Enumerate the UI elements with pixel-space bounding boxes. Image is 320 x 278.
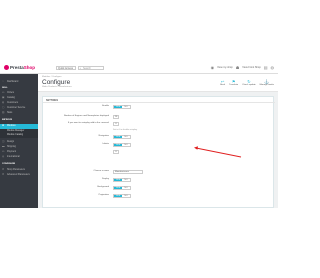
truck-icon: ▬: [2, 145, 5, 148]
bell-icon[interactable]: ☗: [236, 65, 240, 70]
quick-access-select[interactable]: Quick Access: [56, 66, 76, 70]
content-area: SETTINGS Enable YES NO Number of Engines …: [38, 92, 278, 208]
sidebar-section-sell: SELL: [2, 87, 8, 89]
speed-input[interactable]: 0: [113, 149, 119, 154]
search-icon: ⌕: [79, 67, 82, 71]
logo[interactable]: PrestaShop: [4, 65, 35, 70]
card-icon: ▭: [2, 150, 5, 153]
autoplay-input[interactable]: 0: [113, 121, 119, 126]
search-input[interactable]: ⌕ Search: [78, 66, 104, 70]
choose-name-select[interactable]: Manufacturers: [113, 169, 143, 174]
sidebar-item-dashboard[interactable]: ◔ Dashboard: [0, 80, 38, 85]
sidebar-item-catalog[interactable]: ▣ Catalog: [0, 96, 38, 101]
stats-icon: ▥: [2, 111, 5, 114]
check-update-button[interactable]: ↻ Check update: [242, 79, 256, 86]
form-row-enable: Enable YES NO: [43, 104, 275, 110]
user-icon[interactable]: ◍: [271, 65, 275, 70]
sidebar-item-advanced-parameters[interactable]: ✲ Advanced Parameters: [0, 173, 38, 178]
sidebar-item-shipping[interactable]: ▬ Shipping: [0, 145, 38, 150]
page-header: Modules / Configure Configure Slider Pro…: [38, 74, 278, 92]
design-icon: ◫: [2, 140, 5, 143]
sidebar-item-shop-parameters[interactable]: ✲ Shop Parameters: [0, 168, 38, 173]
form-row-speed: 0: [43, 149, 275, 155]
globe-icon: ◎: [2, 155, 5, 158]
form-row-background: Background YES NO: [43, 185, 275, 191]
dashboard-icon: ◔: [2, 80, 4, 83]
display-toggle[interactable]: YES NO: [113, 177, 131, 182]
sidebar-item-international[interactable]: ◎ International: [0, 155, 38, 160]
navigation-toggle[interactable]: YES NO: [113, 134, 131, 139]
sidebar-item-customer-service[interactable]: ▢ Customer Service: [0, 106, 38, 111]
form-row-navigation: Navigation YES NO: [43, 134, 275, 140]
sidebar-subitem-module-catalog[interactable]: Module Catalog: [0, 133, 38, 138]
sidebar: ◔ Dashboard SELL ▭ Orders ▣ Catalog ◍ Custom…: [0, 74, 38, 208]
form-row-choose-name: Choose a name Manufacturers: [43, 169, 275, 175]
breadcrumb: Modules / Configure: [42, 76, 62, 78]
sidebar-item-stats[interactable]: ▥ Stats: [0, 111, 38, 116]
customers-icon: ◍: [2, 101, 5, 104]
toolbar: ↩ Back ⚑ Translate ↻ Check update ⚓ Manage h…: [220, 79, 274, 86]
sidebar-item-orders[interactable]: ▭ Orders: [0, 91, 38, 96]
gear-icon: ✲: [2, 168, 5, 171]
page-subtitle: Slider Products / Manufacturer: [42, 86, 72, 88]
sidebar-item-design[interactable]: ◫ Design: [0, 140, 38, 145]
number-displayed-input[interactable]: 10: [113, 114, 119, 119]
background-toggle[interactable]: YES NO: [113, 185, 131, 190]
sidebar-item-payment[interactable]: ▭ Payment: [0, 150, 38, 155]
manage-hooks-button[interactable]: ⚓ Manage hooks: [260, 79, 274, 86]
form-row-display: Display YES NO: [43, 177, 275, 183]
view-front-link[interactable]: View Front Shop: [242, 66, 260, 69]
sidebar-item-customers[interactable]: ◍ Customers: [0, 101, 38, 106]
form-row-help: Set to 0 to disable autoplay: [43, 127, 275, 133]
form-row-pagination: Pagination YES NO: [43, 193, 275, 199]
help-text: Set to 0 to disable autoplay: [113, 128, 138, 131]
chat-icon: ▢: [2, 106, 5, 109]
logo-icon: [4, 65, 9, 70]
top-right-links: ◉ View my shop ☗ View Front Shop ▤ ◍: [211, 65, 274, 70]
infinite-toggle[interactable]: YES NO: [113, 142, 131, 147]
orders-icon[interactable]: ▤: [264, 65, 268, 70]
settings-panel: SETTINGS Enable YES NO Number of Engines …: [42, 96, 275, 208]
sidebar-section-configure: CONFIGURE: [2, 163, 16, 165]
form-row-infinite: Infinite YES NO: [43, 142, 275, 148]
sidebar-section-improve: IMPROVE: [2, 119, 13, 121]
pagination-toggle[interactable]: YES NO: [113, 193, 131, 198]
cart-icon: ▭: [2, 91, 5, 94]
cog-icon: ✲: [2, 173, 5, 176]
back-button[interactable]: ↩ Back: [220, 79, 225, 86]
catalog-icon: ▣: [2, 96, 5, 99]
top-bar: PrestaShop Quick Access ⌕ Search ◉ View …: [0, 62, 278, 74]
view-shop-link[interactable]: View my shop: [217, 66, 233, 69]
enable-toggle[interactable]: YES NO: [113, 104, 131, 109]
eye-icon[interactable]: ◉: [211, 65, 215, 70]
translate-button[interactable]: ⚑ Translate: [229, 79, 238, 86]
form-row-number-displayed: Number of Engines and Nameplates display…: [63, 114, 119, 119]
page-title: Configure: [42, 79, 71, 86]
